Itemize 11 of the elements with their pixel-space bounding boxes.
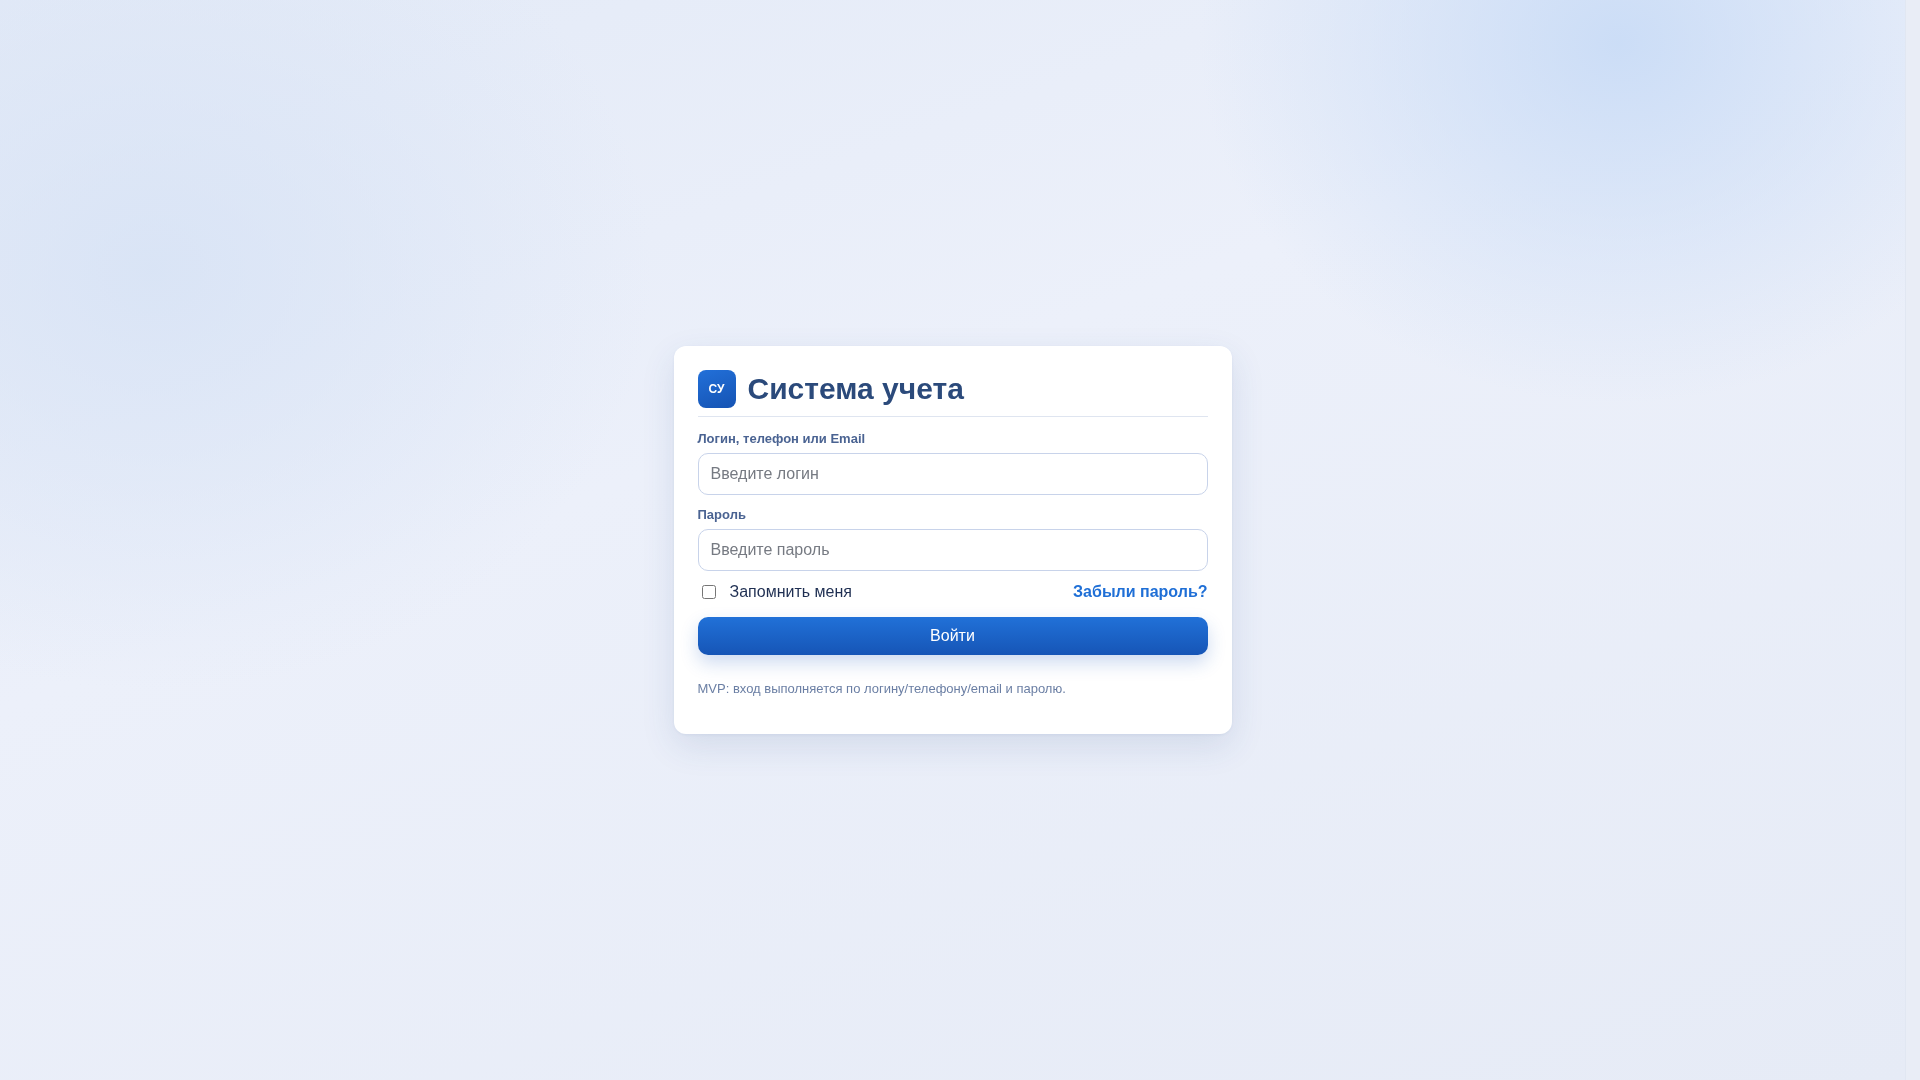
remember-label: Запомнить меня — [729, 583, 852, 601]
field-label: Пароль — [697, 507, 747, 523]
app-title: Система учета — [747, 371, 964, 407]
remember-checkbox[interactable] — [701, 585, 716, 599]
field-label: Логин, телефон или Email — [697, 431, 867, 447]
password-field[interactable]: Введите пароль — [697, 529, 1208, 571]
logo-badge: СУ — [697, 370, 736, 408]
login-button[interactable]: Войти — [697, 617, 1208, 655]
forgot-password-link[interactable]: Забыли пароль? — [1073, 583, 1208, 601]
info-note: MVP: вход выполняется по логину/телефону/email и паролю. — [697, 681, 1067, 697]
login-field[interactable]: Введите логин — [697, 453, 1208, 495]
